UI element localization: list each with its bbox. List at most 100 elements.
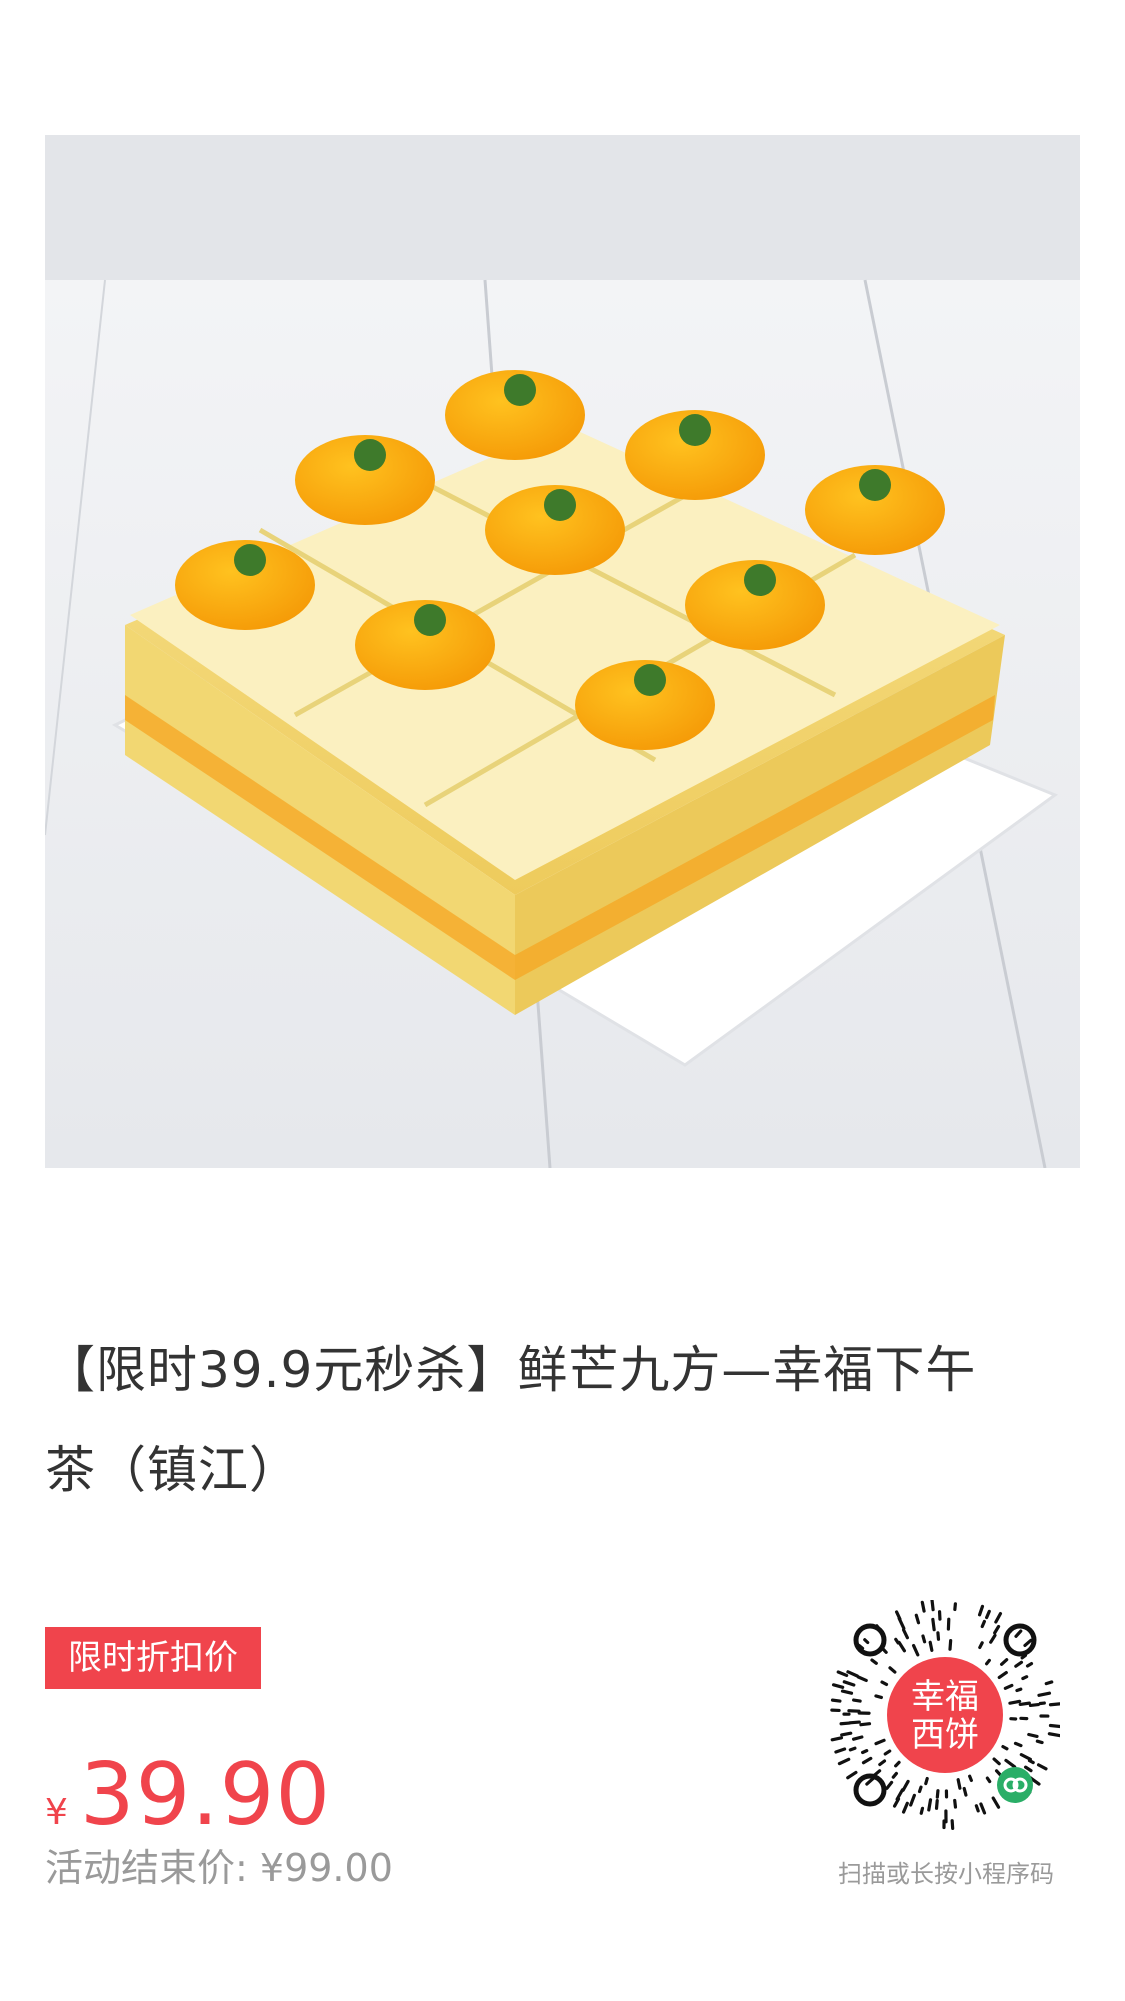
qr-dash — [917, 1785, 923, 1794]
qr-dash — [1025, 1661, 1034, 1668]
qr-caption: 扫描或长按小程序码 — [838, 1860, 1054, 1888]
mini-program-code[interactable]: 幸福 西饼 — [830, 1597, 1062, 1831]
qr-dash — [950, 1819, 955, 1831]
qr-dash — [956, 1778, 962, 1790]
qr-dash — [921, 1634, 927, 1644]
qr-dash — [895, 1610, 902, 1621]
qr-dash — [1036, 1763, 1048, 1771]
qr-dash — [874, 1738, 886, 1746]
qr-dash — [1028, 1702, 1040, 1708]
qr-dash — [1008, 1699, 1022, 1705]
qr-dash — [885, 1780, 894, 1790]
qr-dash — [1048, 1723, 1062, 1729]
qr-dash — [865, 1776, 875, 1786]
qr-dash — [914, 1613, 921, 1625]
qr-dash — [927, 1798, 933, 1812]
qr-dash — [911, 1643, 920, 1657]
qr-dash — [852, 1698, 862, 1703]
qr-dash — [840, 1689, 854, 1695]
qr-dash — [979, 1802, 987, 1815]
qr-dash — [1027, 1732, 1039, 1739]
qr-dash — [837, 1757, 851, 1766]
qr-dash — [1014, 1629, 1023, 1638]
qr-dash — [985, 1776, 992, 1784]
price-amount: 39.90 — [79, 1745, 332, 1845]
qr-dash — [1019, 1753, 1032, 1761]
qr-dash — [980, 1619, 986, 1629]
qr-dash — [930, 1597, 935, 1612]
qr-code-icon: 幸福 西饼 — [830, 1597, 1062, 1831]
qr-dash — [863, 1638, 870, 1645]
qr-dash — [883, 1749, 892, 1756]
qr-dash — [1021, 1675, 1029, 1681]
qr-dash — [902, 1628, 909, 1640]
logo-text-top: 幸福 — [911, 1677, 979, 1717]
qr-dash — [953, 1602, 957, 1612]
qr-dash — [924, 1776, 929, 1786]
qr-dash — [1004, 1758, 1017, 1769]
qr-dash — [977, 1604, 985, 1617]
qr-dash — [919, 1806, 925, 1815]
qr-dash — [935, 1789, 940, 1799]
qr-dash — [920, 1600, 926, 1613]
qr-dash — [894, 1760, 901, 1768]
qr-dash — [846, 1670, 859, 1678]
qr-dash — [962, 1786, 968, 1797]
qr-dash — [848, 1720, 861, 1725]
qr-dash — [861, 1756, 873, 1765]
qr-dash — [856, 1675, 868, 1683]
qr-dash — [1048, 1702, 1062, 1707]
qr-dash — [985, 1658, 991, 1666]
logo-text-bottom: 西饼 — [911, 1715, 979, 1755]
original-price-row: 活动结束价: ¥99.00 — [45, 1840, 393, 1896]
qr-dash — [1023, 1638, 1033, 1648]
product-image — [45, 135, 1080, 1168]
qr-dash — [1014, 1660, 1024, 1668]
qr-dash — [1044, 1680, 1054, 1686]
qr-dash — [891, 1771, 899, 1779]
qr-dash — [861, 1749, 869, 1755]
qr-dash — [846, 1770, 858, 1780]
qr-dash — [1018, 1701, 1031, 1707]
currency-symbol: ¥ — [45, 1792, 68, 1833]
qr-dash — [901, 1801, 909, 1814]
qr-dash — [1037, 1691, 1052, 1697]
qr-dash — [874, 1694, 883, 1700]
qr-dash — [859, 1722, 872, 1727]
qr-dash — [1027, 1758, 1035, 1765]
sale-price: ¥ 39.90 — [45, 1740, 331, 1850]
qr-dash — [878, 1759, 887, 1767]
qr-dash — [997, 1671, 1008, 1680]
qr-dash — [851, 1735, 864, 1741]
qr-dash — [881, 1647, 888, 1654]
qr-dash — [1003, 1683, 1014, 1690]
discount-badge: 限时折扣价 — [45, 1627, 261, 1689]
qr-dash — [839, 1721, 851, 1726]
qr-dash — [1001, 1745, 1009, 1751]
qr-dash — [989, 1633, 997, 1644]
qr-dash — [968, 1774, 973, 1783]
qr-dash — [928, 1640, 934, 1652]
qr-dash — [953, 1798, 958, 1809]
qr-dash — [831, 1683, 845, 1689]
qr-dash — [894, 1637, 900, 1645]
qr-dash — [1047, 1732, 1062, 1738]
original-price-value: ¥99.00 — [259, 1846, 393, 1890]
qr-dash — [830, 1698, 842, 1703]
qr-dash — [870, 1658, 878, 1665]
qr-dash — [834, 1747, 847, 1754]
qr-dash — [880, 1680, 889, 1687]
qr-dash — [848, 1746, 857, 1752]
qr-dash — [978, 1641, 984, 1650]
qr-dash — [842, 1680, 856, 1687]
qr-dash — [1024, 1765, 1033, 1773]
product-title: 【限时39.9元秒杀】鲜芒九方—幸福下午茶（镇江） — [45, 1341, 977, 1499]
qr-dash — [909, 1793, 916, 1807]
qr-dash — [934, 1799, 939, 1810]
qr-dash — [994, 1611, 1003, 1624]
qr-dash — [985, 1609, 991, 1620]
qr-dash — [892, 1797, 901, 1808]
qr-dash — [1013, 1741, 1023, 1748]
qr-dash — [840, 1731, 853, 1737]
qr-dash — [931, 1617, 936, 1632]
